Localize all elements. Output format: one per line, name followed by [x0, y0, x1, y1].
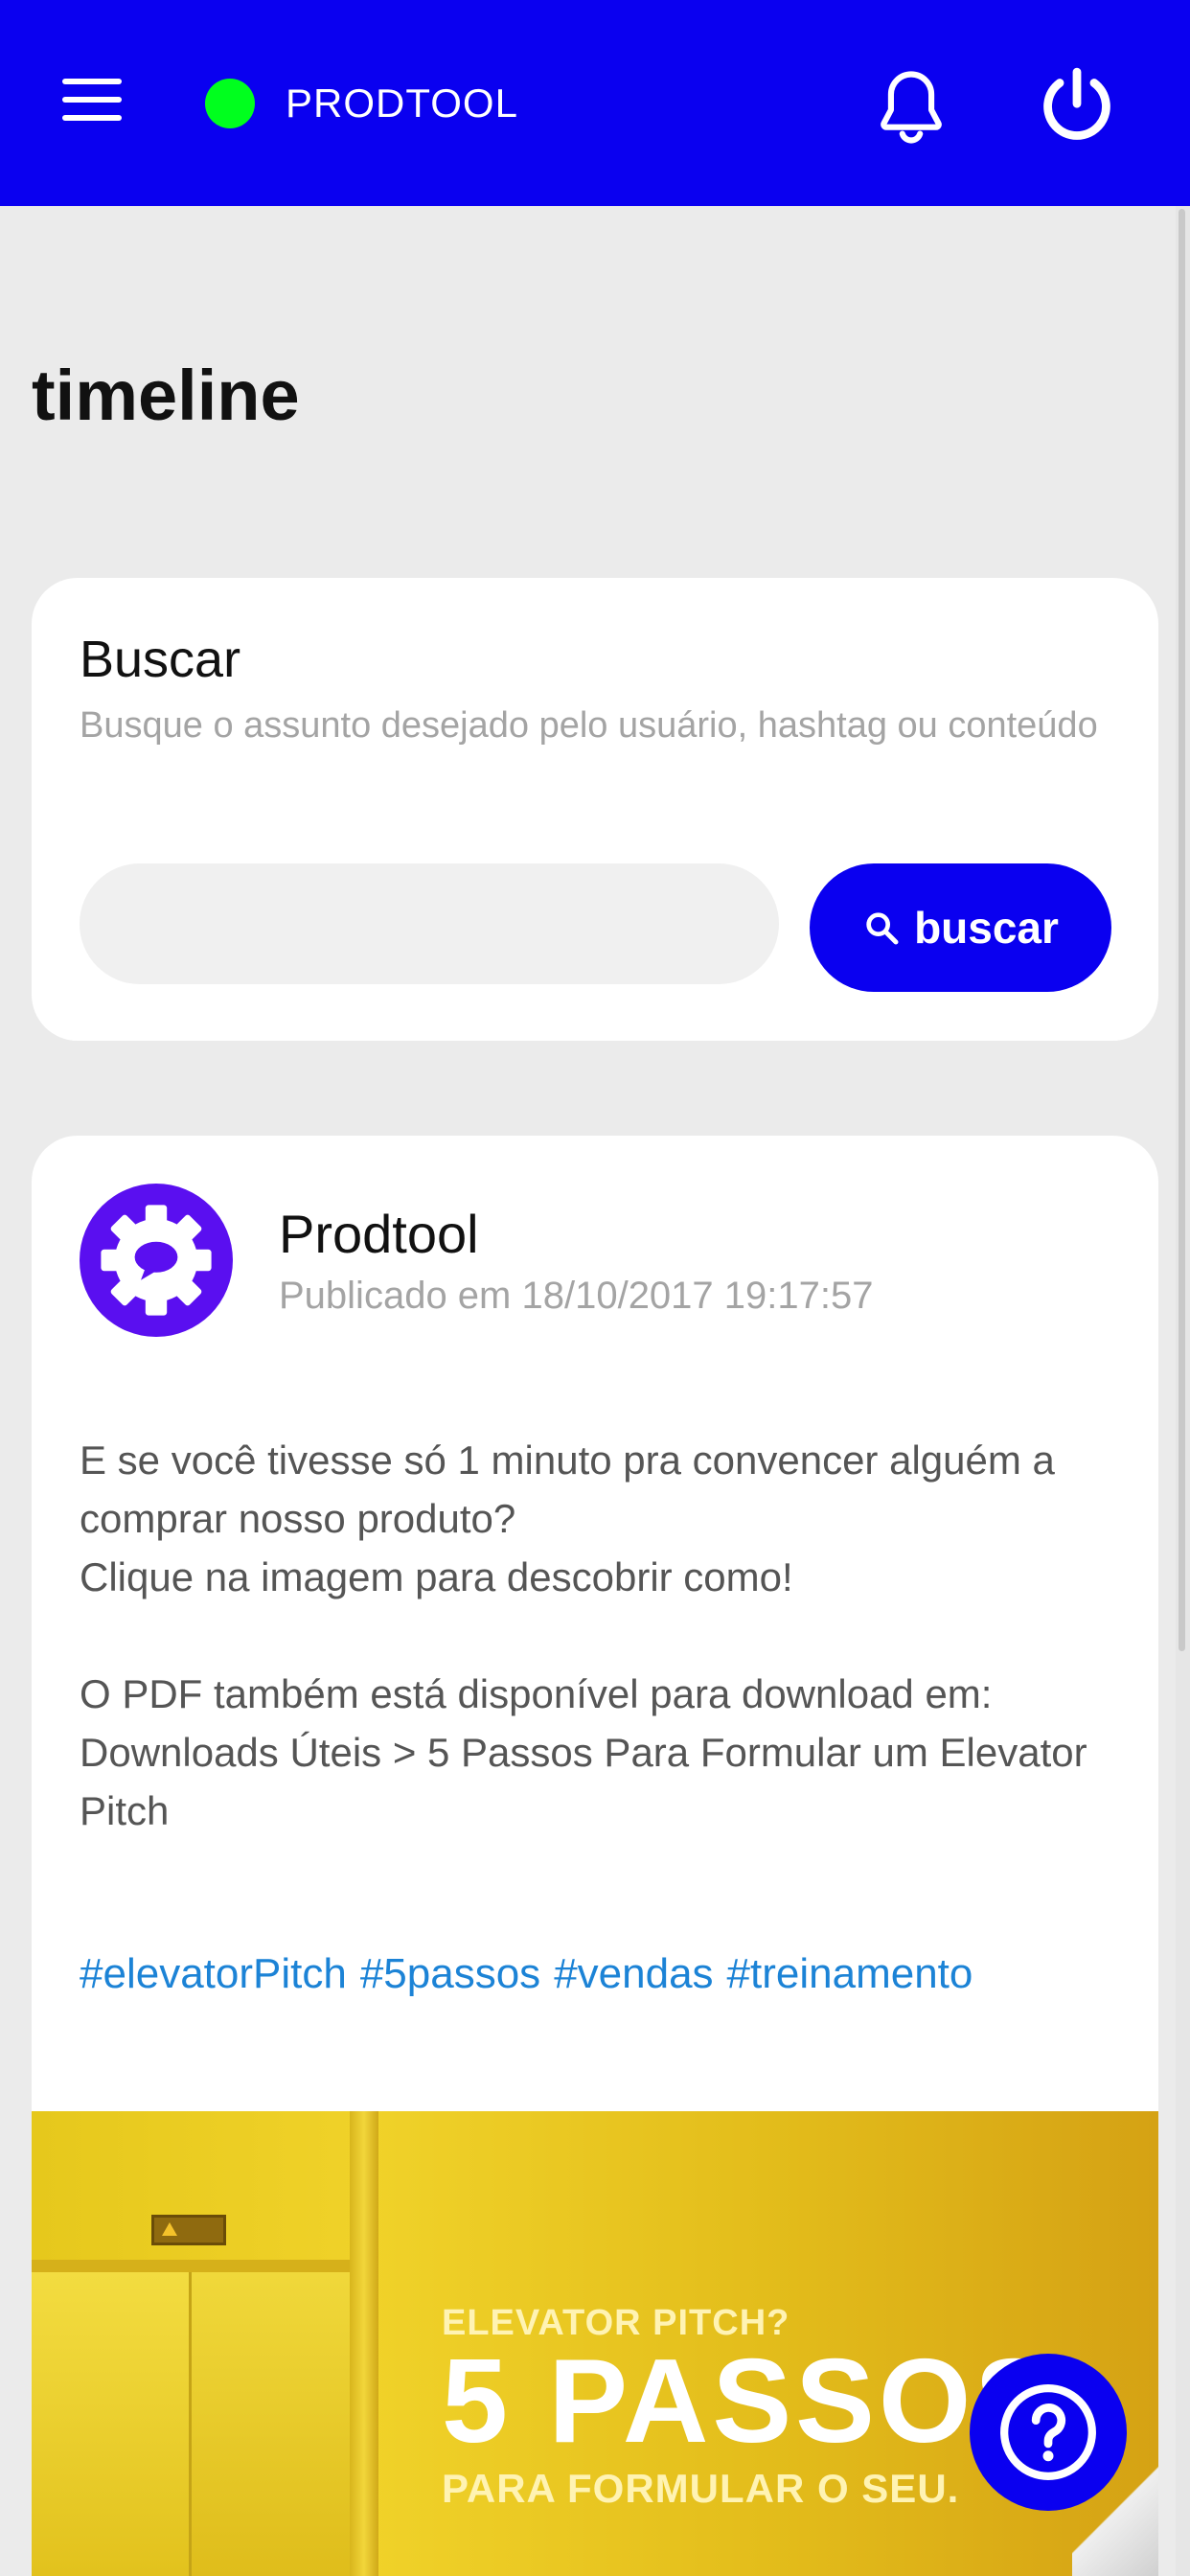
online-status-indicator — [205, 79, 255, 128]
elevator-up-sign — [151, 2215, 226, 2245]
search-card: Buscar Busque o assunto desejado pelo us… — [32, 578, 1158, 1041]
timeline-post: Prodtool Publicado em 18/10/2017 19:17:5… — [32, 1136, 1158, 2576]
page-title: timeline — [32, 356, 300, 435]
question-mark-icon — [1000, 2384, 1096, 2480]
search-description: Busque o assunto desejado pelo usuário, … — [80, 705, 1098, 746]
hashtag-link[interactable]: #treinamento — [727, 1950, 973, 1998]
image-headline-sub: PARA FORMULAR O SEU. — [442, 2466, 960, 2511]
prodtool-gear-avatar-icon[interactable] — [80, 1184, 233, 1337]
app-title: PRODTOOL — [286, 80, 518, 126]
search-button[interactable]: buscar — [810, 863, 1111, 992]
hashtag-link[interactable]: #elevatorPitch — [80, 1950, 347, 1998]
search-title: Buscar — [80, 631, 241, 688]
post-image[interactable]: ELEVATOR PITCH? 5 PASSOS PARA FORMULAR O… — [32, 2111, 1158, 2576]
post-body: E se você tivesse só 1 minuto pra conven… — [80, 1438, 1087, 1833]
search-icon — [866, 912, 899, 945]
search-input[interactable] — [80, 863, 779, 984]
top-app-bar: PRODTOOL — [0, 0, 1190, 206]
search-button-label: buscar — [914, 903, 1059, 953]
hashtag-link[interactable]: #vendas — [554, 1950, 713, 1998]
help-button[interactable] — [970, 2354, 1127, 2511]
post-timestamp: Publicado em 18/10/2017 19:17:57 — [279, 1275, 874, 1317]
post-hashtags: #elevatorPitch #5passos #vendas #treinam… — [80, 1950, 973, 1998]
menu-icon[interactable] — [62, 79, 122, 121]
scrollbar-thumb[interactable] — [1179, 209, 1185, 1651]
post-author[interactable]: Prodtool — [279, 1203, 479, 1265]
hashtag-link[interactable]: #5passos — [360, 1950, 540, 1998]
power-icon[interactable] — [1035, 63, 1119, 148]
bell-icon[interactable] — [867, 63, 955, 151]
image-headline-large: 5 PASSOS — [442, 2335, 1059, 2468]
elevator-illustration — [32, 2111, 378, 2576]
